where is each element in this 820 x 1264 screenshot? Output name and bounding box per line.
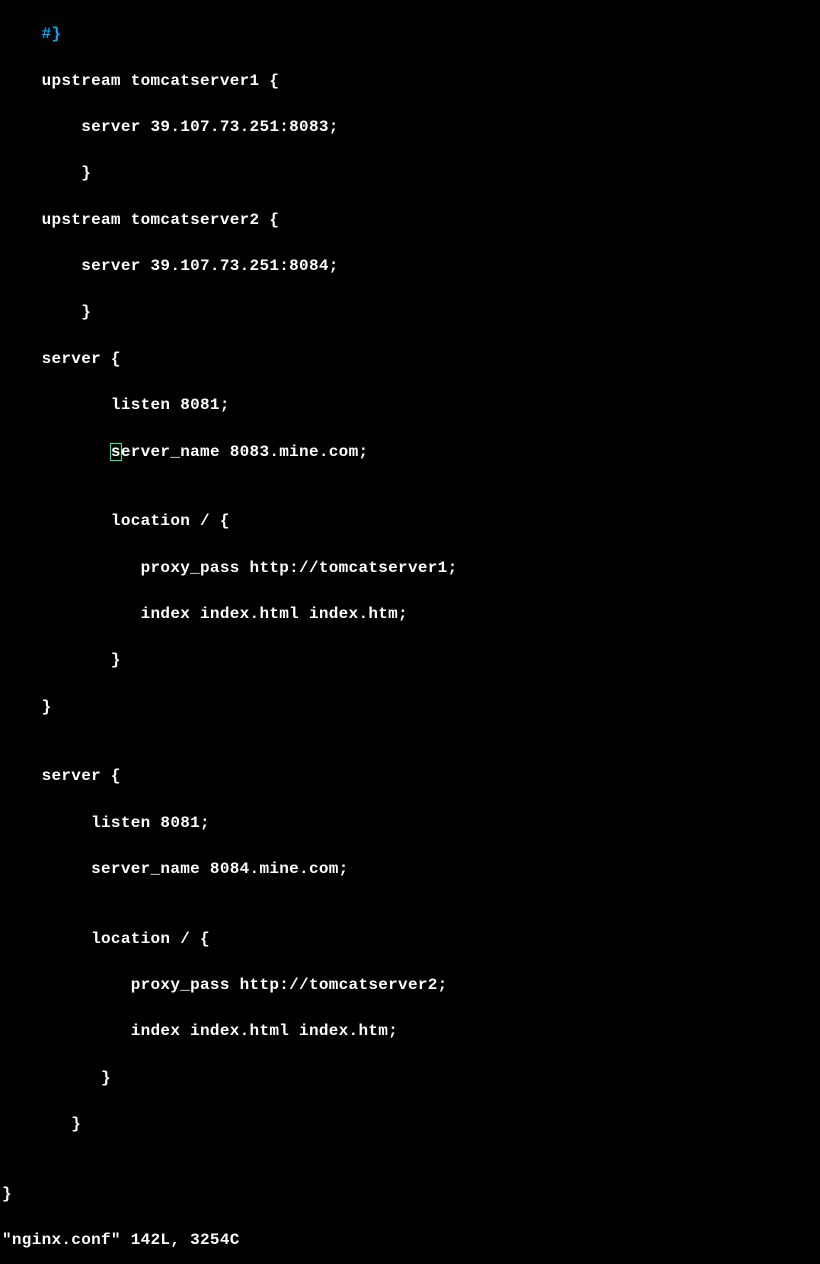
code-line: index index.html index.htm; <box>0 1020 820 1043</box>
code-line: proxy_pass http://tomcatserver2; <box>0 974 820 997</box>
code-line: listen 8081; <box>0 812 820 835</box>
code-line: } <box>0 1067 820 1090</box>
code-line: server { <box>0 348 820 371</box>
code-line: } <box>0 301 820 324</box>
code-line: location / { <box>0 928 820 951</box>
code-line: upstream tomcatserver1 { <box>0 70 820 93</box>
code-line: } <box>0 162 820 185</box>
code-line: server_name 8084.mine.com; <box>0 858 820 881</box>
code-line: location / { <box>0 510 820 533</box>
code-line: index index.html index.htm; <box>0 603 820 626</box>
code-line: listen 8081; <box>0 394 820 417</box>
code-line: server 39.107.73.251:8084; <box>0 255 820 278</box>
code-line: server 39.107.73.251:8083; <box>0 116 820 139</box>
code-line: proxy_pass http://tomcatserver1; <box>0 557 820 580</box>
code-line: } <box>0 649 820 672</box>
code-line-comment: #} <box>0 23 820 46</box>
terminal-editor[interactable]: #} upstream tomcatserver1 { server 39.10… <box>0 0 820 1264</box>
vim-status-line: "nginx.conf" 142L, 3254C <box>0 1229 820 1252</box>
code-line: } <box>0 1113 820 1136</box>
code-line: } <box>0 1183 820 1206</box>
code-line: upstream tomcatserver2 { <box>0 209 820 232</box>
code-line: server { <box>0 765 820 788</box>
code-line-cursor: server_name 8083.mine.com; <box>0 441 820 464</box>
code-line: } <box>0 696 820 719</box>
